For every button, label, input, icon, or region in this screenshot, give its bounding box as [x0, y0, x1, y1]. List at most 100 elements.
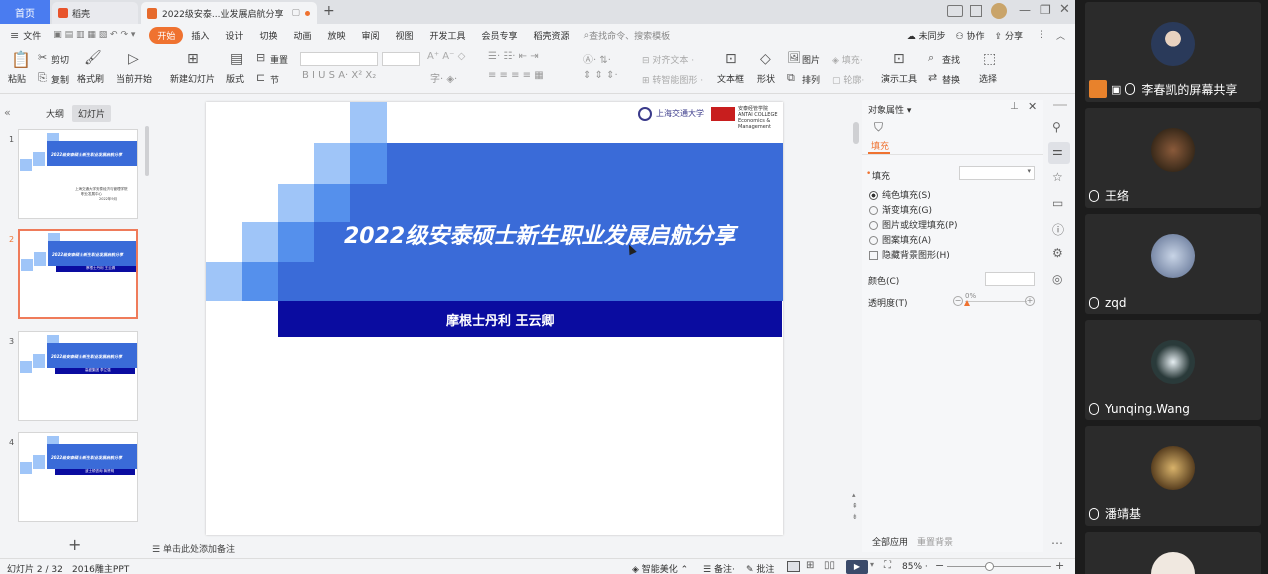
fill-type-select[interactable]: ▾ [959, 166, 1035, 180]
slide-thumbnail-1[interactable]: 2022级安泰硕士新生职业发展启航分享 上海交通大学安泰经济与管理学院 职业发展… [18, 129, 138, 219]
menu-home[interactable]: 开始 [149, 26, 184, 44]
start-from-current-button[interactable]: 当前开始 [116, 72, 152, 85]
tab-daoke[interactable]: 稻壳 [52, 2, 138, 24]
comment-icon[interactable]: ▭ [1052, 196, 1063, 210]
sliders-icon[interactable]: ⚌ [1052, 144, 1063, 158]
zoom-level[interactable]: 85% · [902, 562, 928, 572]
copy-button[interactable]: 复制 [51, 73, 69, 86]
transparency-slider-handle[interactable] [964, 300, 970, 306]
select-icon[interactable]: ⬚ [983, 51, 996, 67]
smart-beautify-button[interactable]: ◈ 智能美化 ⌃ [632, 562, 688, 574]
text-direction-buttons[interactable]: Ⓐ· ⇅· [583, 51, 611, 66]
participant-tile[interactable]: 王络 [1085, 108, 1261, 208]
command-search-input[interactable]: 查找命令、搜索模板 [589, 29, 670, 42]
new-slide-icon[interactable]: ⊞ [187, 51, 199, 67]
menu-transition[interactable]: 切换 [251, 29, 285, 42]
zoom-in-button[interactable]: + [1055, 559, 1064, 572]
picture-button[interactable]: 图片 [802, 53, 820, 66]
section-icon[interactable]: ⊏ [256, 71, 265, 84]
color-picker[interactable] [985, 272, 1035, 286]
participant-tile[interactable]: zqd [1085, 214, 1261, 314]
presenter-tools-icon[interactable]: ⊡ [893, 51, 905, 67]
zoom-slider-handle[interactable] [985, 562, 994, 571]
reset-icon[interactable]: ⊟ [256, 51, 265, 64]
settings-icon[interactable]: ⚙ [1052, 246, 1063, 260]
picture-icon[interactable]: 🖼 [787, 51, 801, 64]
collapse-pane-icon[interactable]: « [4, 106, 11, 119]
menu-insert[interactable]: 插入 [183, 29, 217, 42]
layout-icon[interactable]: ▤ [230, 51, 243, 67]
normal-view-icon[interactable] [787, 561, 800, 572]
font-name-select[interactable] [300, 52, 378, 66]
cut-button[interactable]: 剪切 [51, 53, 69, 66]
share-button[interactable]: ⇪ 分享 [995, 29, 1023, 42]
slide-title[interactable]: 2022级安泰硕士新生职业发展启航分享 [344, 218, 735, 250]
slide-subtitle[interactable]: 摩根士丹利 王云卿 [446, 310, 555, 329]
arrange-icon[interactable]: ⧉ [787, 71, 795, 85]
apply-all-button[interactable]: 全部应用 [872, 535, 908, 548]
paragraph-align-buttons[interactable]: ≡ ≡ ≡ ≡ ▦ [488, 70, 544, 81]
more-icon[interactable]: ⋮ [1037, 30, 1046, 40]
play-slideshow-button[interactable]: ▶ [846, 560, 868, 574]
format-painter-icon[interactable]: 🖌 [84, 50, 102, 66]
font-size-buttons[interactable]: A⁺ A⁻ ◇ [427, 51, 465, 62]
properties-header[interactable]: 对象属性 ▾ [868, 103, 911, 116]
animation-tool-icon[interactable]: ⚲ [1052, 120, 1061, 134]
canvas-scrollbar[interactable] [853, 122, 859, 144]
fill-option-solid[interactable]: 纯色填充(S) [869, 188, 931, 201]
transparency-slider[interactable] [965, 301, 1027, 302]
hamburger-icon[interactable]: ≡ [10, 29, 19, 42]
close-panel-icon[interactable]: ✕ [1028, 100, 1037, 113]
slide-canvas[interactable]: 2022级安泰硕士新生职业发展启航分享 摩根士丹利 王云卿 上海交通大学 安泰经… [206, 102, 783, 535]
menu-developer[interactable]: 开发工具 [422, 29, 474, 42]
menu-view[interactable]: 视图 [388, 29, 422, 42]
grid-view-icon[interactable] [970, 5, 982, 17]
font-size-select[interactable] [382, 52, 420, 66]
reading-view-icon[interactable]: ▯▯ [824, 560, 835, 571]
participant-tile[interactable]: Yunqing.Wang [1085, 320, 1261, 420]
replace-button[interactable]: 替换 [942, 73, 960, 86]
tab-outline[interactable]: 大纲 [46, 107, 64, 120]
fill-option-gradient[interactable]: 渐变填充(G) [869, 203, 932, 216]
quick-access-icons[interactable]: ▣ ▤ ▥ ▦ ▧ ↶ ↷ ▾ [53, 30, 135, 40]
arrange-button[interactable]: 排列 [802, 73, 820, 86]
page-nav-arrows[interactable]: ▴ ⇞ ⇟ [852, 490, 858, 523]
menu-slideshow[interactable]: 放映 [319, 29, 353, 42]
menu-animation[interactable]: 动画 [285, 29, 319, 42]
help-icon[interactable]: ⓘ [1052, 221, 1064, 238]
textbox-icon[interactable]: ⊡ [725, 51, 737, 67]
cut-icon[interactable]: ✂ [38, 51, 47, 64]
participant-tile[interactable]: 潘靖基 [1085, 426, 1261, 526]
textbox-button[interactable]: 文本框 [717, 72, 744, 85]
list-buttons[interactable]: ☰· ☷· ⇤ ⇥ [488, 51, 539, 62]
pin-panel-icon[interactable]: ⊥ [1010, 101, 1019, 112]
menu-daoke-resources[interactable]: 稻壳资源 [526, 29, 578, 42]
menu-review[interactable]: 审阅 [353, 29, 387, 42]
reset-button[interactable]: 重置 [270, 53, 288, 66]
add-slide-icon[interactable]: + [68, 535, 81, 554]
transparency-increase-button[interactable]: + [1025, 296, 1035, 306]
collab-button[interactable]: ⚇ 协作 [956, 29, 985, 42]
copy-icon[interactable]: ⎘ [38, 71, 47, 85]
comment-toggle-button[interactable]: ✎ 批注 [746, 562, 774, 574]
new-tab-icon[interactable]: + [323, 3, 335, 19]
menu-file[interactable]: 文件 [19, 29, 49, 42]
paste-icon[interactable]: 📋 [11, 50, 31, 69]
line-spacing-buttons[interactable]: ⇕ ⇕ ⇕· [583, 70, 618, 81]
section-button[interactable]: 节 [270, 73, 279, 86]
slideshow-dropdown-icon[interactable]: ▾ [870, 560, 874, 569]
transparency-decrease-button[interactable]: − [953, 296, 963, 306]
shape-icon[interactable]: ◇ [760, 51, 771, 67]
tab-slides[interactable]: 幻灯片 [72, 105, 112, 122]
thumbnail-scrollbar[interactable] [145, 126, 149, 176]
tab-document[interactable]: 2022级安泰...业发展启航分享 ▢ [141, 2, 317, 24]
location-icon[interactable]: ◎ [1052, 272, 1062, 286]
tab-fill[interactable]: 填充 [871, 139, 889, 152]
collapse-ribbon-icon[interactable]: ︿ [1056, 29, 1065, 42]
reset-background-button[interactable]: 重置背景 [917, 535, 953, 548]
paste-button[interactable]: 粘贴 [8, 72, 26, 85]
restore-icon[interactable]: ❐ [1040, 3, 1051, 17]
hide-background-checkbox[interactable]: 隐藏背景图形(H) [869, 248, 950, 261]
fill-button[interactable]: ◈ 填充· [832, 53, 863, 66]
sorter-view-icon[interactable]: ⊞ [806, 560, 814, 571]
